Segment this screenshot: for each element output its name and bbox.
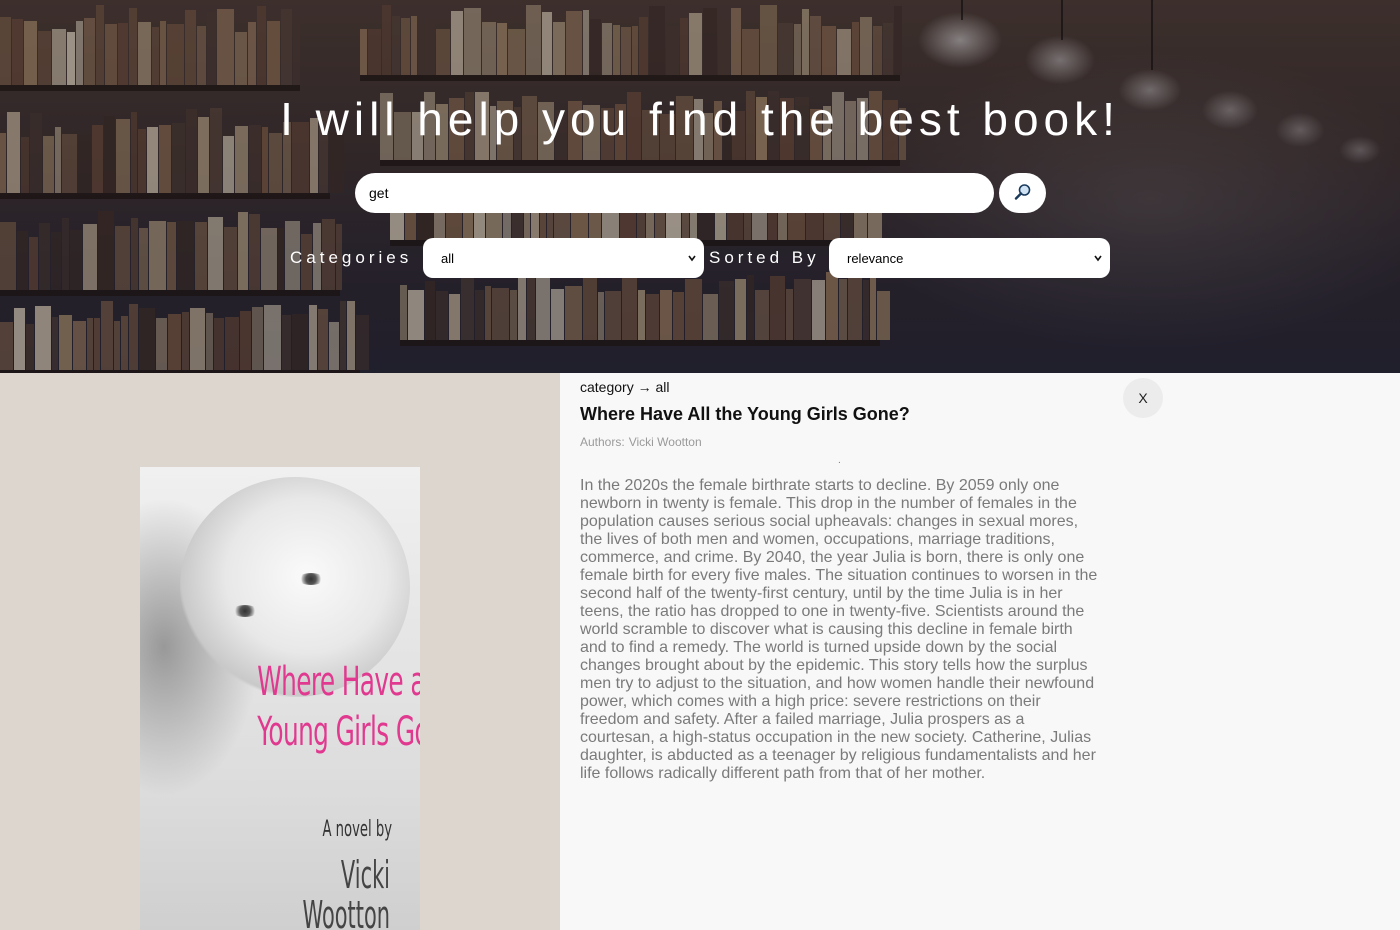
book-description: In the 2020s the female birthrate starts… — [580, 477, 1098, 782]
breadcrumb: category → all — [580, 379, 670, 395]
categories-select[interactable]: all — [423, 238, 704, 278]
page-headline: I will help you find the best book! — [280, 93, 1120, 145]
book-cover-image: Where Have all the Young Girls Gone? A n… — [140, 467, 420, 930]
sorted-by-select[interactable]: relevance — [829, 238, 1110, 278]
cover-author: Vicki Wootton — [302, 853, 390, 930]
hero-banner: I will help you find the best book! Cate… — [0, 0, 1400, 373]
search-icon — [1014, 183, 1032, 204]
categories-selected-value: all — [441, 250, 455, 266]
book-authors: Authors: Vicki Wootton — [580, 435, 702, 449]
close-button[interactable]: X — [1123, 378, 1163, 418]
sorted-by-label: Sorted By — [709, 248, 820, 267]
book-title: Where Have All the Young Girls Gone? — [580, 404, 910, 424]
separator-dot: . — [838, 455, 841, 466]
authors-prefix: Authors: — [580, 435, 625, 449]
categories-label: Categories — [290, 248, 413, 267]
chevron-down-icon — [1092, 251, 1104, 268]
authors-value: Vicki Wootton — [628, 435, 702, 449]
search-input[interactable] — [355, 173, 994, 213]
sorted-by-selected-value: relevance — [847, 250, 904, 266]
cover-title: Where Have all the Young Girls Gone? — [257, 659, 420, 755]
chevron-down-icon — [686, 251, 698, 268]
cover-subtitle: A novel by — [322, 817, 392, 842]
search-button[interactable] — [999, 173, 1046, 213]
